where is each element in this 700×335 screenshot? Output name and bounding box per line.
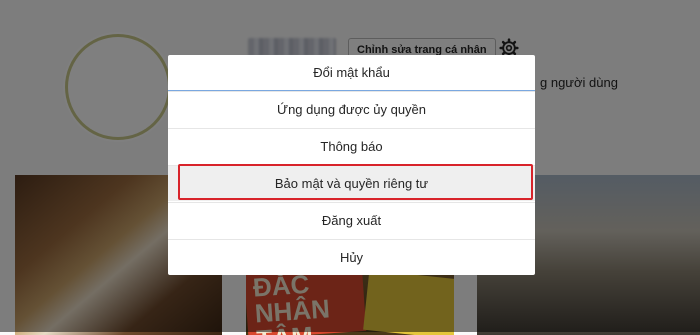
- logout-item[interactable]: Đăng xuất: [168, 202, 535, 238]
- cancel-item[interactable]: Hủy: [168, 239, 535, 275]
- settings-dialog: Đổi mật khẩu Ứng dụng được ủy quyền Thôn…: [168, 55, 535, 275]
- notifications-item[interactable]: Thông báo: [168, 128, 535, 164]
- change-password-item[interactable]: Đổi mật khẩu: [168, 55, 535, 91]
- authorized-apps-item[interactable]: Ứng dụng được ủy quyền: [168, 91, 535, 127]
- privacy-security-item[interactable]: Bảo mật và quyền riêng tư: [168, 165, 535, 201]
